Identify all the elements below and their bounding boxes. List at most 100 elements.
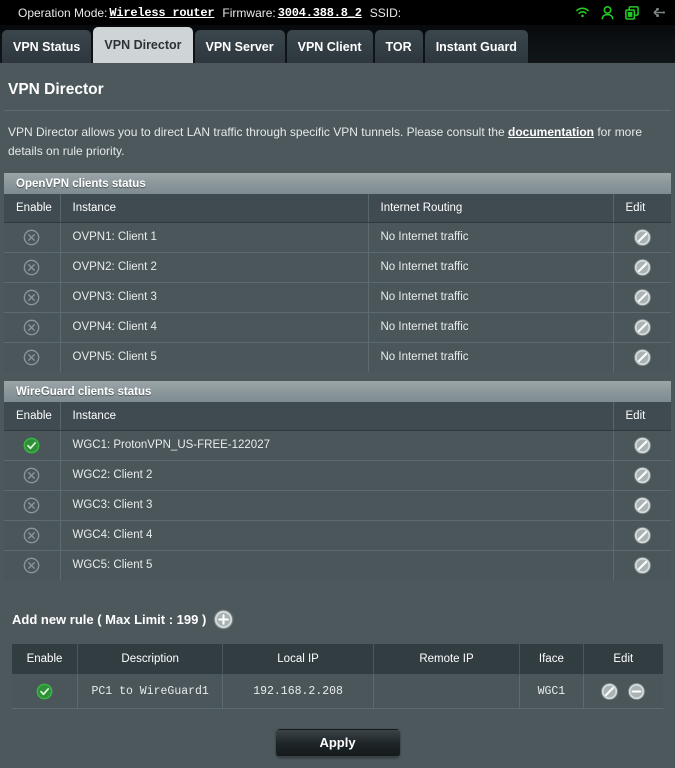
enabled-check-icon[interactable] [23, 437, 40, 454]
column-header-enable: Enable [12, 644, 78, 675]
enable-cell[interactable] [4, 430, 61, 461]
tab-vpn-director[interactable]: VPN Director [93, 27, 193, 63]
enable-cell[interactable] [4, 222, 61, 253]
disabled-cross-icon[interactable] [23, 289, 40, 306]
internet-routing-cell: No Internet traffic [368, 282, 614, 313]
edit-pencil-icon[interactable] [633, 288, 652, 307]
column-header-edit: Edit [613, 194, 671, 223]
instance-cell: WGC1: ProtonVPN_US-FREE-122027 [60, 430, 614, 461]
tab-vpn-client[interactable]: VPN Client [286, 30, 373, 63]
apply-button-container: Apply [0, 709, 675, 757]
remove-minus-icon[interactable] [627, 682, 646, 701]
edit-cell[interactable] [613, 342, 671, 372]
disabled-cross-icon[interactable] [23, 259, 40, 276]
column-header-edit: Edit [613, 402, 671, 431]
enable-cell[interactable] [4, 342, 61, 372]
enable-cell[interactable] [4, 550, 61, 580]
table-row: OVPN1: Client 1 No Internet traffic [4, 222, 671, 253]
rule-edit-cell[interactable] [583, 674, 663, 709]
edit-cell[interactable] [613, 550, 671, 580]
enable-cell[interactable] [4, 490, 61, 521]
edit-cell[interactable] [613, 430, 671, 461]
column-header-internet-routing: Internet Routing [368, 194, 614, 223]
enable-cell[interactable] [4, 252, 61, 283]
devices-icon[interactable] [625, 5, 639, 20]
table-header-row: Enable Instance Internet Routing Edit [4, 194, 671, 223]
disabled-cross-icon[interactable] [23, 467, 40, 484]
table-row: WGC3: Client 3 [4, 490, 671, 521]
edit-pencil-icon[interactable] [633, 496, 652, 515]
edit-pencil-icon[interactable] [633, 556, 652, 575]
edit-cell[interactable] [613, 490, 671, 521]
table-row: OVPN5: Client 5 No Internet traffic [4, 342, 671, 372]
enable-cell[interactable] [4, 460, 61, 491]
plus-circle-icon[interactable] [213, 609, 234, 630]
column-header-iface: Iface [519, 644, 584, 675]
edit-pencil-icon[interactable] [633, 466, 652, 485]
user-icon[interactable] [601, 5, 614, 20]
disabled-cross-icon[interactable] [23, 557, 40, 574]
column-header-remote-ip: Remote IP [373, 644, 521, 675]
wireguard-section-header: WireGuard clients status [4, 381, 671, 402]
wifi-icon[interactable] [575, 6, 590, 19]
documentation-link[interactable]: documentation [508, 125, 594, 139]
enable-cell[interactable] [4, 282, 61, 313]
tab-vpn-status[interactable]: VPN Status [2, 30, 92, 63]
disabled-cross-icon[interactable] [23, 229, 40, 246]
table-row: WGC1: ProtonVPN_US-FREE-122027 [4, 430, 671, 461]
rule-iface-cell: WGC1 [519, 674, 584, 709]
edit-cell[interactable] [613, 312, 671, 343]
disabled-cross-icon[interactable] [23, 349, 40, 366]
rule-action-icons [584, 682, 663, 701]
edit-cell[interactable] [613, 222, 671, 253]
table-header-row: Enable Instance Edit [4, 402, 671, 431]
instance-cell: WGC4: Client 4 [60, 520, 614, 551]
edit-pencil-icon[interactable] [633, 526, 652, 545]
operation-mode-label: Operation Mode: [18, 5, 108, 20]
operation-mode-value[interactable]: Wireless router [109, 6, 214, 20]
enable-cell[interactable] [4, 312, 61, 343]
internet-routing-cell: No Internet traffic [368, 222, 614, 253]
firmware-value[interactable]: 3004.388.8_2 [278, 6, 362, 20]
usb-icon[interactable] [650, 6, 665, 19]
rule-enable-cell[interactable] [12, 674, 78, 709]
disabled-cross-icon[interactable] [23, 527, 40, 544]
apply-button[interactable]: Apply [275, 728, 400, 757]
internet-routing-cell: No Internet traffic [368, 342, 614, 372]
column-header-enable: Enable [4, 194, 61, 223]
edit-cell[interactable] [613, 520, 671, 551]
column-header-description: Description [77, 644, 224, 675]
table-row: WGC5: Client 5 [4, 550, 671, 580]
edit-cell[interactable] [613, 252, 671, 283]
tab-vpn-server[interactable]: VPN Server [194, 30, 285, 63]
instance-cell: WGC3: Client 3 [60, 490, 614, 521]
column-header-local-ip: Local IP [222, 644, 374, 675]
edit-pencil-icon[interactable] [633, 436, 652, 455]
table-row: WGC2: Client 2 [4, 460, 671, 491]
edit-cell[interactable] [613, 282, 671, 313]
edit-pencil-icon[interactable] [633, 348, 652, 367]
description-text-before: VPN Director allows you to direct LAN tr… [8, 125, 509, 139]
edit-pencil-icon[interactable] [633, 228, 652, 247]
disabled-cross-icon[interactable] [23, 319, 40, 336]
tab-instant-guard[interactable]: Instant Guard [424, 30, 528, 63]
enable-cell[interactable] [4, 520, 61, 551]
instance-cell: OVPN3: Client 3 [60, 282, 369, 313]
table-row: OVPN2: Client 2 No Internet traffic [4, 252, 671, 283]
rule-description-cell: PC1 to WireGuard1 [77, 674, 224, 709]
openvpn-status-table: Enable Instance Internet Routing Edit OV… [4, 194, 671, 372]
column-header-instance: Instance [60, 194, 369, 223]
edit-pencil-icon[interactable] [633, 258, 652, 277]
add-new-rule-row: Add new rule ( Max Limit : 199 ) [0, 589, 675, 644]
instance-cell: OVPN1: Client 1 [60, 222, 369, 253]
enabled-check-icon[interactable] [36, 683, 53, 700]
edit-pencil-icon[interactable] [633, 318, 652, 337]
edit-pencil-icon[interactable] [600, 682, 619, 701]
table-row: WGC4: Client 4 [4, 520, 671, 551]
ssid-label: SSID: [369, 5, 402, 20]
table-header-row: Enable Description Local IP Remote IP If… [12, 644, 663, 675]
disabled-cross-icon[interactable] [23, 497, 40, 514]
wireguard-table-footer-spacer [4, 580, 671, 589]
edit-cell[interactable] [613, 460, 671, 491]
tab-tor[interactable]: TOR [374, 30, 423, 63]
